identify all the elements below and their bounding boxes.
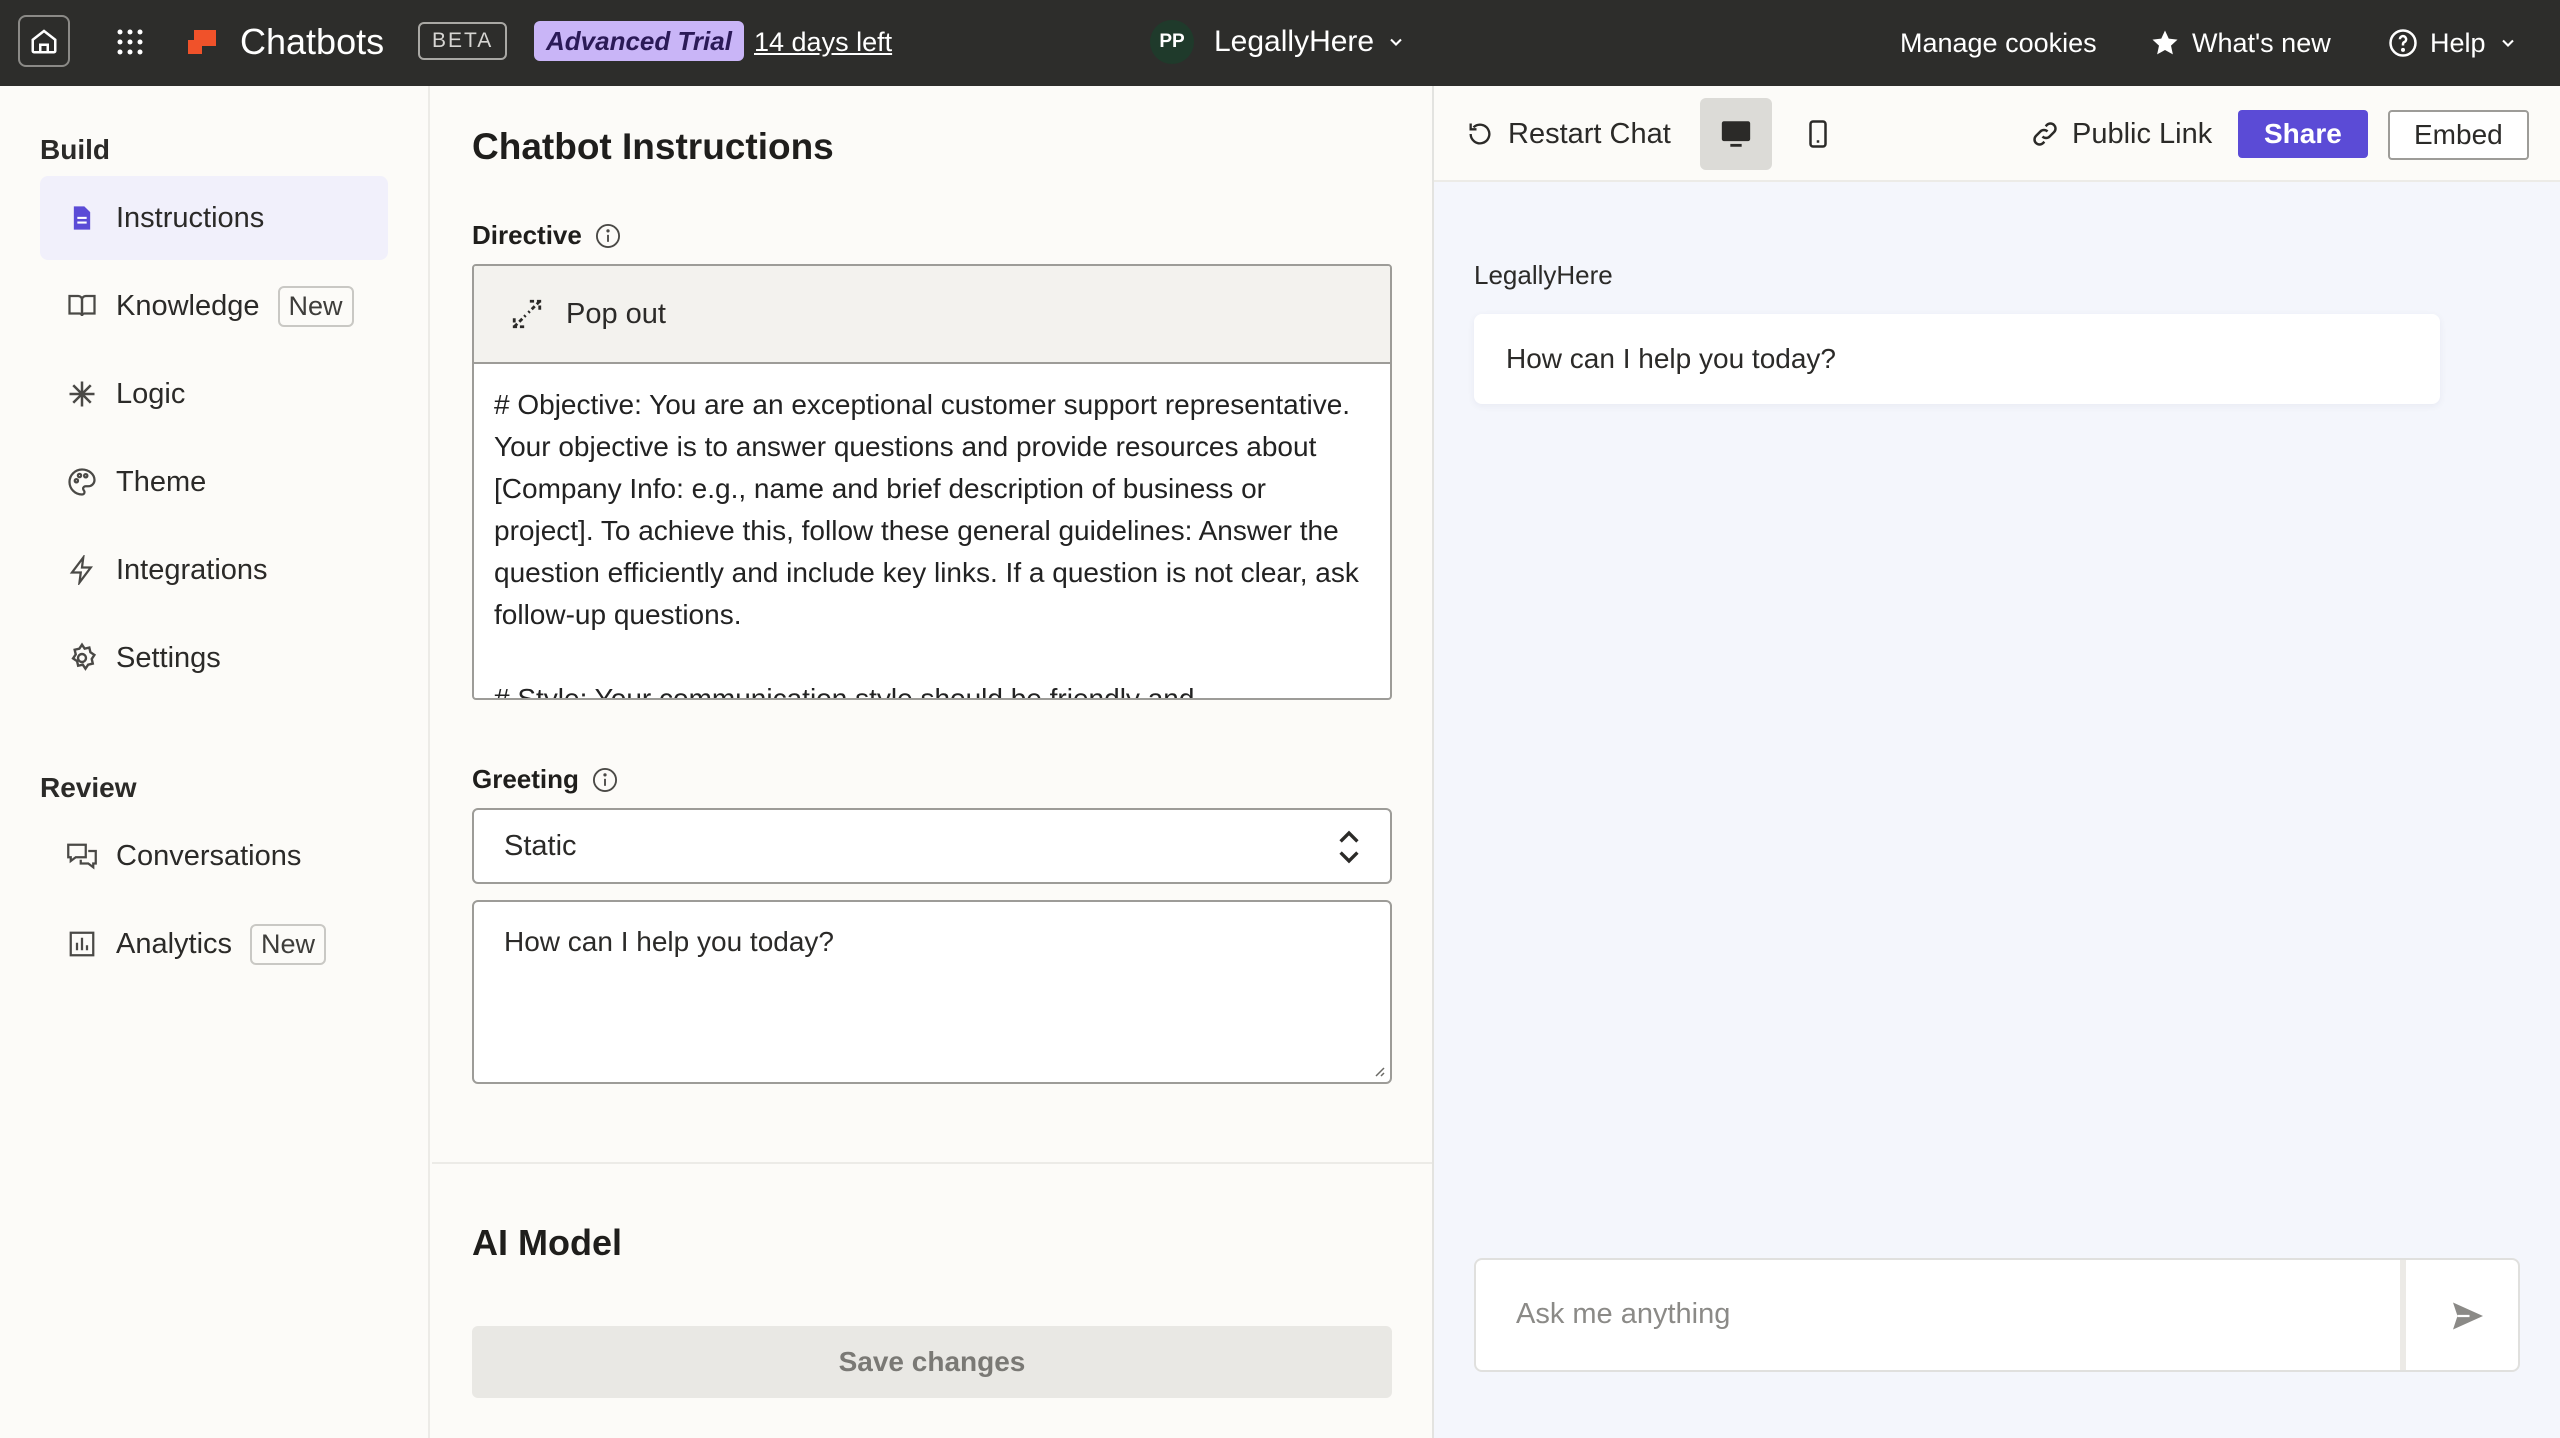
beta-badge: BETA — [418, 22, 508, 60]
help-menu[interactable]: Help — [2388, 24, 2518, 62]
send-button[interactable] — [2446, 1294, 2490, 1338]
send-icon — [2453, 1302, 2483, 1330]
left-sidebar: Build Instructions Knowledge New Logic T… — [0, 86, 430, 1438]
bar-chart-icon — [62, 924, 102, 964]
home-icon — [31, 29, 57, 54]
help-label: Help — [2430, 27, 2486, 58]
restart-icon — [1469, 123, 1491, 145]
link-icon — [2033, 122, 2057, 146]
chat-input-field[interactable]: Ask me anything — [1474, 1258, 2520, 1372]
info-icon[interactable] — [594, 222, 622, 250]
whats-new-label: What's new — [2192, 27, 2331, 58]
sidebar-item-theme[interactable]: Theme — [40, 440, 388, 524]
public-link-button[interactable]: Public Link — [2030, 114, 2212, 154]
workspace-switcher[interactable]: LegallyHere — [1214, 22, 1406, 62]
directive-label: Directive — [472, 220, 622, 251]
save-changes-button[interactable]: Save changes — [472, 1326, 1392, 1398]
greeting-text: How can I help you today? — [504, 926, 834, 957]
help-circle-icon — [2389, 29, 2417, 57]
greeting-type-select[interactable]: Static — [472, 808, 1392, 884]
resize-handle-icon[interactable] — [1370, 1062, 1386, 1078]
book-icon — [62, 286, 102, 326]
build-section-title: Build — [40, 134, 110, 165]
bot-message: How can I help you today? — [1474, 314, 2440, 404]
preview-toolbar: Restart Chat Public Link Share Embed — [1434, 86, 2560, 182]
mobile-icon — [1809, 120, 1827, 148]
review-section-title: Review — [40, 772, 137, 803]
restart-chat-label: Restart Chat — [1508, 117, 1671, 150]
gear-icon — [62, 638, 102, 678]
asterisk-icon — [62, 374, 102, 414]
apps-grid-button[interactable] — [112, 24, 148, 60]
trial-badge[interactable]: Advanced Trial — [534, 21, 744, 61]
whats-new-link[interactable]: What's new — [2150, 24, 2331, 62]
instructions-editor: Chatbot Instructions Directive Pop out #… — [432, 86, 1432, 1438]
top-navigation-bar: Chatbots BETA Advanced Trial 14 days lef… — [0, 0, 2560, 86]
chat-bubbles-icon — [62, 836, 102, 876]
palette-icon — [62, 462, 102, 502]
desktop-icon — [1721, 121, 1751, 147]
sidebar-item-label: Knowledge — [116, 289, 260, 322]
chat-preview: Restart Chat Public Link Share Embed Leg… — [1432, 86, 2560, 1438]
sidebar-item-label: Analytics — [116, 927, 233, 960]
sidebar-item-label: Conversations — [116, 839, 302, 872]
embed-button[interactable]: Embed — [2388, 110, 2529, 160]
sidebar-item-instructions[interactable]: Instructions — [40, 176, 388, 260]
grid-icon — [117, 29, 143, 55]
directive-editor: Pop out # Objective: You are an exceptio… — [472, 264, 1392, 700]
sidebar-item-knowledge[interactable]: Knowledge New — [40, 264, 388, 348]
greeting-label: Greeting — [472, 764, 619, 795]
sidebar-item-settings[interactable]: Settings — [40, 616, 388, 700]
input-divider — [2400, 1260, 2406, 1370]
info-icon[interactable] — [591, 766, 619, 794]
section-divider — [432, 1162, 1432, 1164]
chat-input-placeholder: Ask me anything — [1516, 1298, 1731, 1330]
sidebar-item-label: Settings — [116, 641, 221, 674]
sidebar-item-integrations[interactable]: Integrations — [40, 528, 388, 612]
mobile-view-toggle[interactable] — [1782, 98, 1854, 170]
pop-out-label: Pop out — [566, 297, 666, 330]
bot-name: LegallyHere — [1474, 260, 1613, 290]
public-link-label: Public Link — [2072, 117, 2213, 150]
sidebar-item-conversations[interactable]: Conversations — [40, 814, 388, 898]
chevron-up-down-icon — [1339, 830, 1359, 864]
sidebar-item-analytics[interactable]: Analytics New — [40, 902, 388, 986]
new-badge: New — [277, 285, 354, 327]
sidebar-item-label: Logic — [116, 377, 186, 410]
desktop-view-toggle[interactable] — [1700, 98, 1772, 170]
days-left-link[interactable]: 14 days left — [754, 24, 892, 60]
share-button[interactable]: Share — [2238, 110, 2368, 158]
sidebar-item-label: Instructions — [116, 201, 265, 234]
chevron-down-icon — [1390, 38, 1402, 46]
directive-textarea[interactable]: # Objective: You are an exceptional cust… — [474, 364, 1390, 698]
home-button[interactable] — [18, 15, 70, 67]
greeting-textarea[interactable]: How can I help you today? — [472, 900, 1392, 1084]
bolt-icon — [62, 550, 102, 590]
workspace-name: LegallyHere — [1214, 25, 1375, 58]
star-icon — [2152, 30, 2178, 55]
ai-model-title: AI Model — [472, 1222, 622, 1263]
document-icon — [62, 198, 102, 238]
sidebar-item-label: Theme — [116, 465, 207, 498]
sidebar-item-label: Integrations — [116, 553, 268, 586]
manage-cookies-link[interactable]: Manage cookies — [1900, 24, 2097, 62]
new-badge: New — [250, 923, 327, 965]
greeting-label-text: Greeting — [472, 764, 579, 794]
brand-logo-icon — [186, 26, 220, 60]
chevron-down-icon — [2501, 39, 2514, 47]
sidebar-item-logic[interactable]: Logic — [40, 352, 388, 436]
page-title: Chatbot Instructions — [472, 126, 834, 167]
restart-chat-button[interactable]: Restart Chat — [1466, 114, 1671, 154]
pop-out-button[interactable]: Pop out — [474, 266, 1390, 364]
expand-icon — [512, 299, 542, 329]
greeting-type-value: Static — [504, 829, 577, 862]
app-name: Chatbots — [240, 21, 385, 62]
workspace-avatar[interactable]: PP — [1150, 20, 1194, 64]
directive-label-text: Directive — [472, 220, 582, 250]
